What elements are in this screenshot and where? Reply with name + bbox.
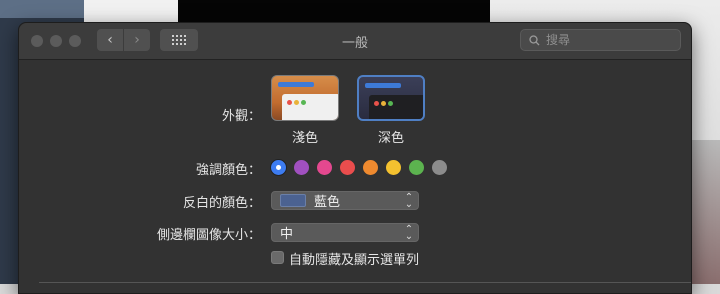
- accent-color-swatch[interactable]: [340, 160, 355, 175]
- updown-arrows-icon: ⌃ ⌄: [404, 192, 414, 210]
- sidebar-icon-size-label: 側邊欄圖像大小：: [156, 228, 261, 243]
- highlight-color-popup[interactable]: 藍色 ⌃ ⌄: [271, 191, 419, 210]
- sidebar-icon-size-value: 中: [280, 227, 294, 242]
- green-dot-icon: [388, 101, 393, 106]
- auto-hide-menubar-label: 自動隱藏及顯示選單列: [289, 253, 420, 268]
- appearance-dark-label: 深色: [377, 131, 404, 146]
- auto-hide-menubar-checkbox[interactable]: [271, 251, 284, 264]
- appearance-dark-option[interactable]: [357, 75, 425, 121]
- highlight-color-label: 反白的顏色：: [182, 196, 261, 211]
- appearance-light-option[interactable]: [271, 75, 339, 121]
- appearance-label: 外觀：: [221, 109, 261, 124]
- search-input[interactable]: [544, 32, 668, 48]
- accent-color-swatch[interactable]: [317, 160, 332, 175]
- preferences-window: ‹ › 一般 外觀： 淺色 深色: [18, 22, 692, 294]
- highlight-color-value: 藍色: [314, 195, 341, 210]
- accent-color-label: 強調顏色：: [195, 163, 261, 178]
- desktop-strip: [0, 0, 84, 18]
- highlight-color-chip: [280, 194, 306, 207]
- appearance-light-label: 淺色: [291, 131, 318, 146]
- thumb-window: [282, 94, 338, 120]
- thumb-window: [369, 95, 423, 119]
- accent-color-swatch[interactable]: [294, 160, 309, 175]
- thumb-menubar: [278, 82, 314, 87]
- accent-color-swatch[interactable]: [386, 160, 401, 175]
- sidebar-icon-size-popup[interactable]: 中 ⌃ ⌄: [271, 223, 419, 242]
- accent-color-swatch[interactable]: [271, 160, 286, 175]
- red-dot-icon: [287, 100, 292, 105]
- title-bar: ‹ › 一般: [19, 23, 691, 60]
- desktop-black-fragment: [178, 0, 492, 22]
- red-dot-icon: [374, 101, 379, 106]
- yellow-dot-icon: [294, 100, 299, 105]
- accent-color-swatch[interactable]: [432, 160, 447, 175]
- updown-arrows-icon: ⌃ ⌄: [404, 224, 414, 242]
- section-divider: [39, 282, 691, 283]
- green-dot-icon: [301, 100, 306, 105]
- accent-color-swatch[interactable]: [409, 160, 424, 175]
- accent-color-swatch[interactable]: [363, 160, 378, 175]
- search-field[interactable]: [520, 29, 681, 51]
- yellow-dot-icon: [381, 101, 386, 106]
- thumb-menubar: [365, 83, 401, 88]
- search-icon: [529, 34, 540, 45]
